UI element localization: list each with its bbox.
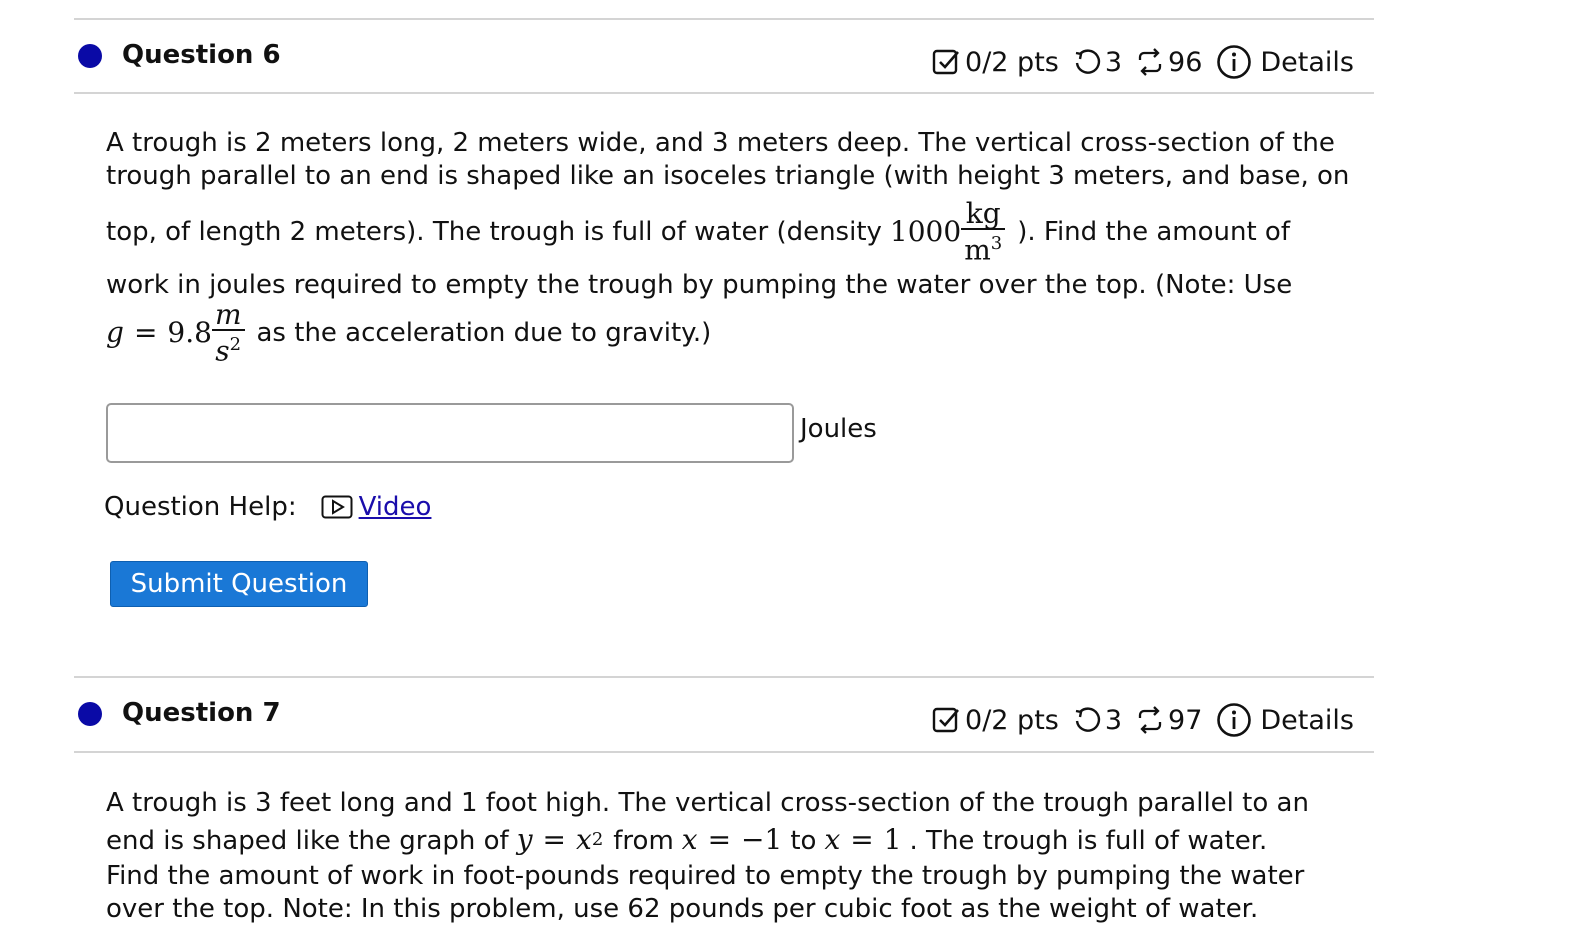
question-help-label: Question Help: — [104, 492, 297, 522]
unit-exponent: 2 — [229, 333, 242, 355]
details-label[interactable]: Details — [1260, 47, 1354, 78]
text-segment: from — [613, 826, 674, 856]
divider — [74, 676, 1374, 678]
unit-base: m — [964, 233, 991, 267]
divider-top — [74, 18, 1374, 20]
question-meta: 0/2 pts 3 97 Details — [931, 702, 1354, 738]
text-segment: end is shaped like the graph of — [106, 826, 509, 856]
fraction-denominator: s2 — [212, 331, 245, 365]
fraction-denominator: m3 — [961, 230, 1005, 264]
text-segment: top, of length 2 meters). The trough is … — [106, 217, 882, 247]
version-swap-icon — [1138, 706, 1162, 734]
density-unit-fraction: kg m3 — [961, 196, 1006, 264]
retry-icon — [1075, 707, 1100, 732]
equals-sign: = — [707, 823, 732, 856]
text-segment: to — [790, 826, 817, 856]
text-line: over the top. Note: In this problem, use… — [106, 894, 1259, 924]
text-line: A trough is 2 meters long, 2 meters wide… — [106, 128, 1335, 158]
equals-sign: = — [542, 823, 567, 856]
x-variable: x — [824, 823, 841, 856]
retry-icon — [1075, 49, 1100, 74]
submit-question-button[interactable]: Submit Question — [110, 561, 368, 607]
divider — [74, 751, 1374, 753]
status-dot-icon — [78, 702, 102, 726]
checkbox-icon — [932, 49, 959, 75]
text-line: A trough is 3 feet long and 1 foot high.… — [106, 788, 1309, 818]
points-score: 0/2 pts — [931, 705, 1059, 736]
answer-input[interactable] — [106, 403, 794, 463]
versions: 97 — [1136, 705, 1202, 736]
density-value: 1000 — [889, 215, 962, 248]
equals-sign: = — [850, 823, 874, 856]
details-label[interactable]: Details — [1260, 705, 1354, 736]
text-segment: . The trough is full of water. — [909, 826, 1268, 856]
x-variable: x — [681, 823, 698, 856]
attempts: 3 — [1073, 705, 1122, 736]
details-link[interactable]: Details — [1216, 702, 1354, 738]
video-icon — [321, 495, 353, 519]
question-title: Question 6 — [122, 40, 281, 70]
status-dot-icon — [78, 44, 102, 68]
question-7-text: A trough is 3 feet long and 1 foot high.… — [106, 786, 1356, 936]
text-line-gravity: g = 9.8 m s2 as the acceleration due to … — [106, 297, 712, 365]
exponent: 2 — [591, 829, 604, 850]
text-line: Find the amount of work in foot-pounds r… — [106, 861, 1305, 891]
divider — [74, 92, 1374, 94]
text-line: work in joules required to empty the tro… — [106, 270, 1293, 300]
question-6-header: Question 6 0/2 pts 3 96 Details — [74, 32, 1374, 92]
g-variable: g — [106, 316, 124, 349]
x-variable: x — [576, 823, 592, 856]
answer-unit-label: Joules — [800, 414, 877, 444]
attempts-count: 3 — [1104, 704, 1123, 736]
points-text: 0/2 pts — [965, 704, 1059, 736]
question-meta: 0/2 pts 3 96 Details — [931, 44, 1354, 80]
fraction-numerator: m — [214, 297, 242, 331]
y-variable: y — [516, 823, 533, 856]
text-line-density: top, of length 2 meters). The trough is … — [106, 196, 1290, 268]
question-6-text: A trough is 2 meters long, 2 meters wide… — [106, 126, 1356, 366]
info-icon — [1217, 703, 1252, 737]
fraction-numerator: kg — [965, 196, 1001, 230]
versions-count: 96 — [1168, 46, 1203, 78]
gravity-unit-fraction: m s2 — [211, 297, 245, 365]
info-icon — [1217, 45, 1252, 79]
text-line-equation: end is shaped like the graph of y = x 2 … — [106, 823, 1267, 861]
versions-count: 97 — [1168, 704, 1203, 736]
points-score: 0/2 pts — [931, 47, 1059, 78]
attempts: 3 — [1073, 47, 1122, 78]
checkbox-icon — [932, 707, 959, 733]
equals-sign: = — [133, 316, 158, 349]
versions: 96 — [1136, 47, 1202, 78]
text-segment: as the acceleration due to gravity.) — [256, 318, 712, 348]
text-line: trough parallel to an end is shaped like… — [106, 161, 1350, 191]
attempts-count: 3 — [1104, 46, 1123, 78]
version-swap-icon — [1138, 48, 1162, 76]
question-title: Question 7 — [122, 698, 281, 728]
question-help: Question Help: Video — [104, 492, 431, 522]
unit-exponent: 3 — [990, 232, 1003, 254]
text-segment: ). Find the amount of — [1017, 217, 1290, 247]
question-7-header: Question 7 0/2 pts 3 97 Details — [74, 690, 1374, 750]
upper-bound: 1 — [883, 823, 902, 856]
g-value: 9.8 — [167, 316, 212, 349]
unit-base: s — [215, 334, 230, 368]
points-text: 0/2 pts — [965, 46, 1059, 78]
video-link[interactable]: Video — [359, 492, 432, 522]
lower-bound: −1 — [741, 823, 783, 856]
details-link[interactable]: Details — [1216, 44, 1354, 80]
